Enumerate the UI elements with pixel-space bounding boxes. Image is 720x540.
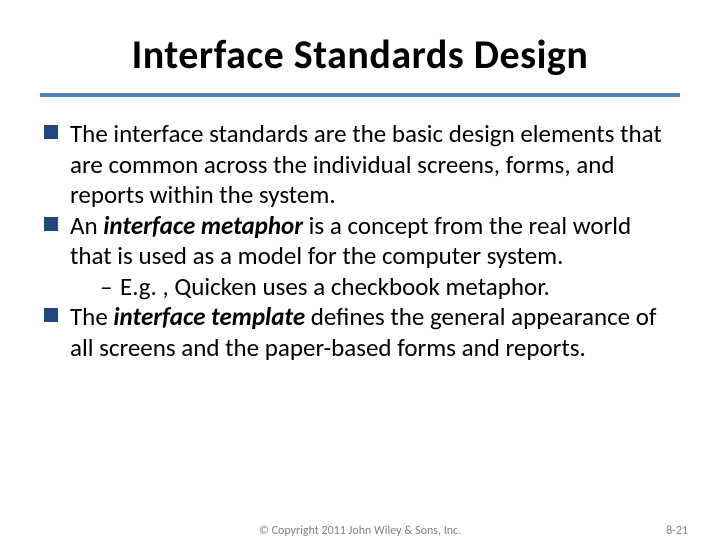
bullet-text-em: interface metaphor [103,210,303,241]
content-area: The interface standards are the basic de… [40,119,680,363]
bullet-text-pre: An [70,210,103,241]
slide: Interface Standards Design The interface… [0,0,720,540]
page-number: 8-21 [666,524,688,538]
bullet-item: An interface metaphor is a concept from … [44,211,676,303]
bullet-text-em: interface template [113,301,305,332]
copyright-text: © Copyright 2011 John Wiley & Sons, Inc. [0,524,720,538]
bullet-text-pre: The [70,301,113,332]
sub-item: E.g. , Quicken uses a checkbook metaphor… [100,272,676,303]
sub-list: E.g. , Quicken uses a checkbook metaphor… [70,272,676,303]
bullet-text: The interface standards are the basic de… [70,118,662,210]
bullet-item: The interface template defines the gener… [44,302,676,363]
sub-text: E.g. , Quicken uses a checkbook metaphor… [120,271,550,302]
bullet-list: The interface standards are the basic de… [44,119,676,363]
bullet-item: The interface standards are the basic de… [44,119,676,211]
slide-title: Interface Standards Design [40,24,680,93]
title-underline [40,93,680,97]
